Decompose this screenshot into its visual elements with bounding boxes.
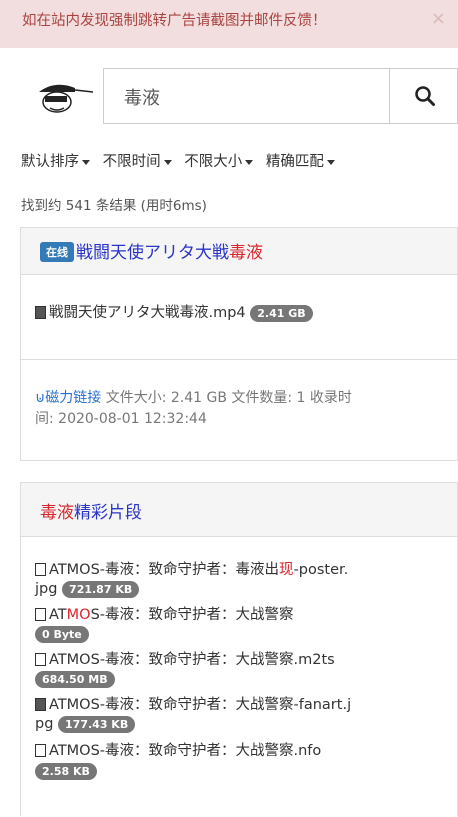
file-size-badge: 684.50 MB — [35, 671, 115, 688]
file-icon — [35, 563, 46, 576]
search-query: 毒液 — [124, 88, 160, 109]
file-icon — [35, 744, 46, 757]
caret-down-icon — [82, 159, 90, 165]
file-size-badge: 2.58 KB — [35, 763, 97, 780]
file-size-badge: 0 Byte — [35, 626, 89, 643]
sort-dropdown[interactable]: 默认排序 — [21, 154, 90, 170]
file-icon — [35, 608, 46, 621]
result-card: 在线 戦闘天使アリタ大戦毒液 戦闘天使アリタ大戦毒液.mp4 2.41 GB ⊍磁… — [20, 227, 458, 461]
file-list: ATMOS-毒液：致命守护者：毒液出现-poster. jpg 721.87 K… — [21, 537, 457, 817]
file-item: ATMOS-毒液：致命守护者：大战警察-fanart.j — [35, 693, 351, 714]
file-icon — [35, 653, 46, 666]
online-badge[interactable]: 在线 — [40, 242, 74, 262]
file-size-badge: 177.43 KB — [58, 716, 136, 733]
file-item: ATMOS-毒液：致命守护者：大战警察.nfo — [35, 739, 321, 760]
image-file-icon — [35, 698, 46, 711]
video-file-icon — [35, 306, 46, 319]
meta-date: 间: 2020-08-01 12:32:44 — [35, 411, 207, 427]
alert-banner: 如在站内发现强制跳转广告请截图并邮件反馈！ × — [0, 0, 458, 48]
magnet-icon: ⊍ — [35, 390, 46, 406]
match-dropdown[interactable]: 精确匹配 — [266, 154, 335, 170]
file-size-badge: 721.87 KB — [62, 581, 140, 598]
magnet-link[interactable]: 磁力链接 — [45, 390, 101, 406]
search-button[interactable] — [389, 68, 458, 124]
filter-bar: 默认排序 不限时间 不限大小 精确匹配 — [21, 150, 343, 171]
file-item: 戦闘天使アリタ大戦毒液.mp4 2.41 GB — [35, 301, 313, 322]
file-item: ATMOS-毒液：致命守护者：大战警察.m2ts — [35, 648, 335, 669]
file-list: 戦闘天使アリタ大戦毒液.mp4 2.41 GB — [21, 275, 457, 360]
caret-down-icon — [326, 159, 335, 165]
result-meta: ⊍磁力链接 文件大小: 2.41 GB 文件数量: 1 收录时 间: 2020-… — [21, 360, 457, 430]
search-input[interactable]: 毒液 — [103, 68, 389, 124]
result-count: 找到约 541 条结果 (用时6ms) — [21, 198, 207, 214]
search-icon — [415, 86, 435, 106]
result-title-link[interactable]: 毒液精彩片段 — [40, 503, 142, 523]
file-item: ATMOS-毒液：致命守护者：大战警察 — [35, 603, 294, 624]
meta-info: 文件大小: 2.41 GB 文件数量: 1 收录时 — [105, 390, 352, 406]
alert-text: 如在站内发现强制跳转广告请截图并邮件反馈！ — [22, 13, 327, 29]
site-logo[interactable] — [35, 78, 95, 118]
size-dropdown[interactable]: 不限大小 — [184, 154, 254, 170]
time-dropdown[interactable]: 不限时间 — [103, 154, 172, 170]
caret-down-icon — [245, 159, 254, 165]
close-icon[interactable]: × — [431, 8, 446, 29]
result-title-link[interactable]: 戦闘天使アリタ大戦毒液 — [76, 243, 263, 263]
result-header: 毒液精彩片段 — [21, 483, 457, 537]
file-size-badge: 2.41 GB — [250, 305, 313, 322]
result-card: 毒液精彩片段 ATMOS-毒液：致命守护者：毒液出现-poster. jpg 7… — [20, 482, 458, 816]
caret-down-icon — [163, 159, 172, 165]
result-header: 在线 戦闘天使アリタ大戦毒液 — [21, 228, 457, 275]
search-bar: 毒液 — [0, 62, 458, 132]
logo-icon — [39, 84, 94, 113]
file-item: ATMOS-毒液：致命守护者：毒液出现-poster. — [35, 558, 348, 579]
